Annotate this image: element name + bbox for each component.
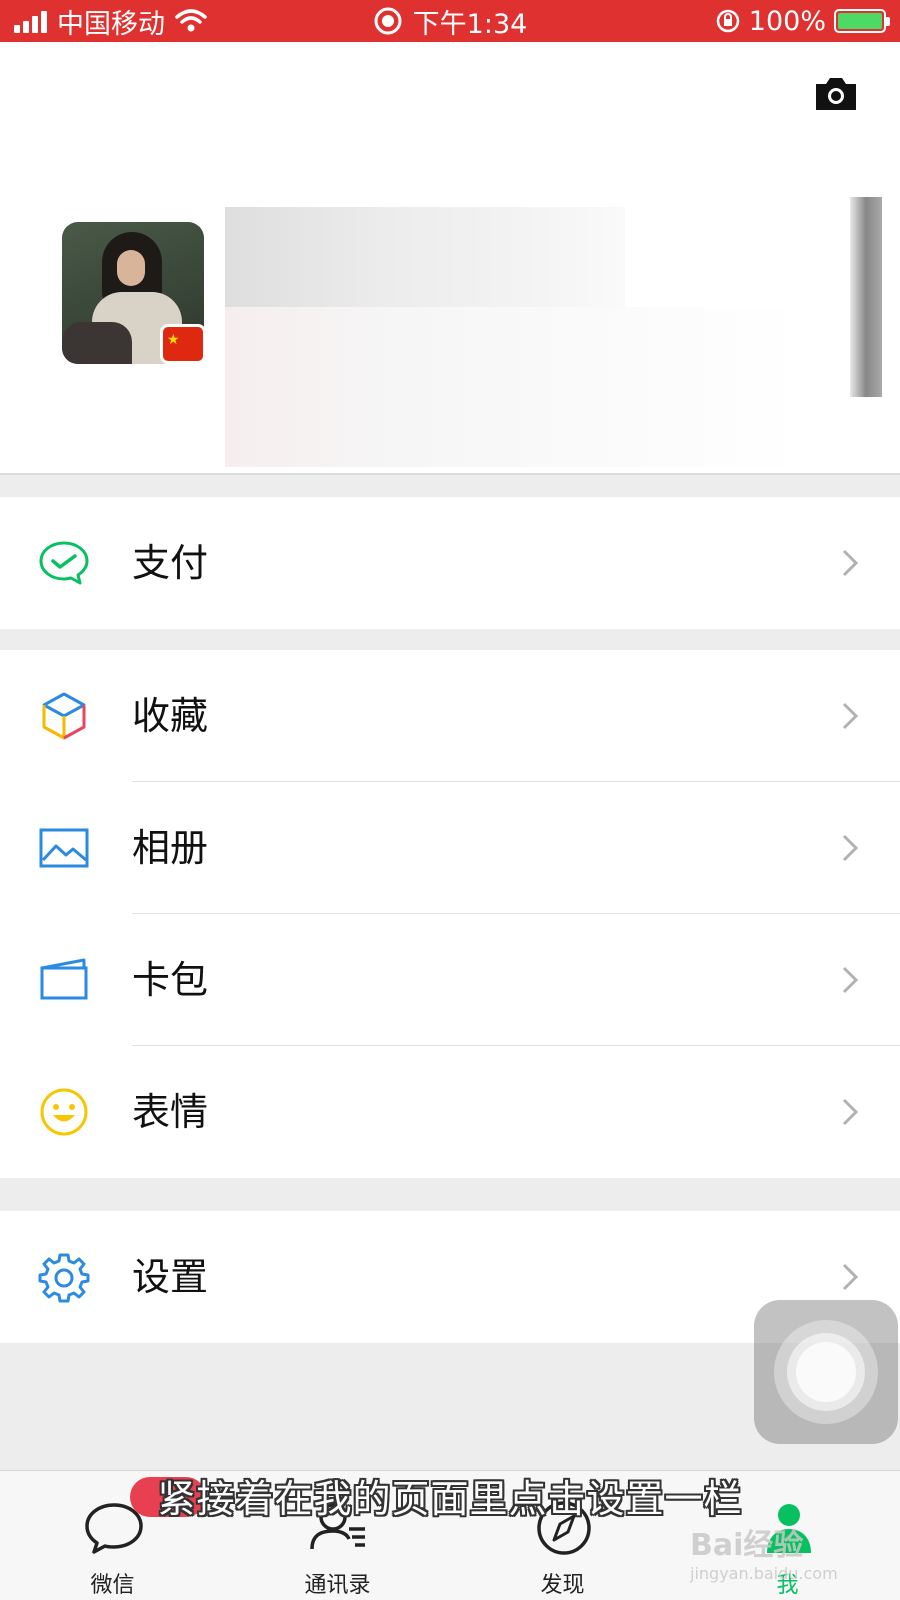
menu-item-cards-label: 卡包 — [132, 958, 209, 1002]
menu-group-pay: 支付 — [0, 497, 900, 629]
tab-chats-label: 微信 — [90, 1573, 135, 1598]
smiley-icon — [40, 1088, 88, 1136]
chevron-right-icon — [842, 1098, 859, 1126]
battery-charging-icon — [834, 9, 890, 33]
menu-item-settings-label: 设置 — [132, 1255, 209, 1299]
watermark-sub: jingyan.baidu.com — [690, 1564, 838, 1583]
card-wallet-icon — [40, 958, 88, 1000]
menu-item-favorites[interactable]: 收藏 — [0, 650, 900, 782]
menu-item-album[interactable]: 相册 — [0, 782, 900, 914]
record-icon — [374, 7, 402, 35]
status-bar: 中国移动 下午1:34 100% — [0, 0, 900, 42]
chevron-right-icon — [842, 834, 859, 862]
blurred-nickname — [225, 207, 625, 307]
menu-item-stickers[interactable]: 表情 — [0, 1046, 900, 1178]
menu-item-favorites-label: 收藏 — [132, 694, 209, 738]
cube-icon — [42, 692, 86, 740]
chevron-right-icon — [842, 702, 859, 730]
menu-item-stickers-label: 表情 — [132, 1090, 209, 1134]
menu-group-main: 收藏 相册 卡包 表情 — [0, 650, 900, 1178]
menu-item-pay-label: 支付 — [132, 541, 209, 585]
tab-contacts-label: 通讯录 — [304, 1573, 371, 1598]
assistive-touch-button[interactable] — [754, 1300, 898, 1444]
watermark-main: Bai经验 — [690, 1528, 804, 1563]
wechat-pay-icon — [39, 541, 89, 585]
status-bar-right: 100% — [715, 0, 890, 42]
profile-header[interactable]: ★ — [0, 42, 900, 475]
menu-item-album-label: 相册 — [132, 826, 209, 870]
camera-icon[interactable] — [812, 74, 860, 114]
picture-icon — [39, 828, 89, 868]
baidu-jingyan-watermark: Bai经验 jingyan.baidu.com — [690, 1520, 890, 1583]
blurred-wechat-id — [225, 307, 805, 467]
rotation-lock-icon — [716, 9, 740, 33]
tab-discover-label: 发现 — [540, 1573, 585, 1598]
chevron-right-icon — [842, 966, 859, 994]
battery-percent: 100% — [748, 5, 826, 37]
gear-icon — [38, 1253, 90, 1303]
video-subtitle: 紧接着在我的页面里点击设置一栏 — [157, 1477, 743, 1521]
blurred-qr-edge — [850, 197, 882, 397]
menu-item-pay[interactable]: 支付 — [0, 497, 900, 629]
china-flag-icon: ★ — [160, 324, 206, 364]
chevron-right-icon — [842, 549, 859, 577]
chevron-right-icon — [842, 1263, 859, 1291]
status-time: 下午1:34 — [412, 8, 528, 40]
menu-item-cards[interactable]: 卡包 — [0, 914, 900, 1046]
